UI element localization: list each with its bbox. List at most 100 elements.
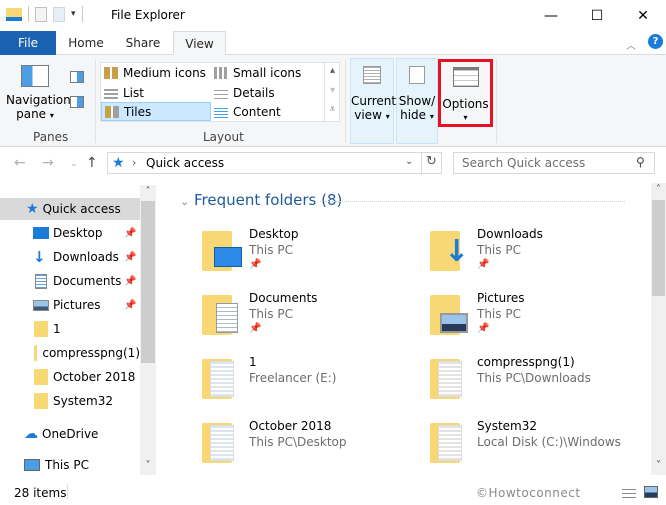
documents-icon (35, 273, 47, 289)
title-bar: ▾ File Explorer — ☐ ✕ (0, 0, 666, 31)
desktop-icon (33, 227, 49, 239)
customize-qat-icon[interactable]: ▾ (71, 9, 76, 19)
gallery-expand-icon[interactable]: ⩡ (325, 104, 340, 115)
star-icon: ★ (26, 201, 39, 217)
nav-item-system32[interactable]: System32 (0, 390, 140, 412)
breadcrumb-quick-access[interactable]: Quick access (146, 156, 224, 170)
search-input[interactable]: Search Quick access ⚲ (453, 152, 655, 174)
nav-item-pictures[interactable]: Pictures 📌 (0, 294, 140, 316)
nav-scrollbar[interactable]: ˄ ˅ (140, 185, 156, 475)
navigation-pane-button[interactable]: Navigation pane ▾ (6, 63, 71, 127)
tab-view[interactable]: View (173, 31, 226, 56)
nav-item-compresspng[interactable]: compresspng(1) (0, 342, 140, 364)
scroll-up-icon[interactable]: ˄ (140, 186, 156, 197)
up-button[interactable]: ↑ (86, 155, 98, 171)
tile-documents[interactable]: Documents This PC 📌 (202, 291, 432, 351)
dropdown-arrow-icon: ▾ (429, 112, 434, 121)
pictures-icon (33, 299, 49, 311)
scroll-up-icon[interactable]: ˄ (651, 184, 666, 195)
new-folder-icon[interactable] (53, 6, 65, 22)
tile-location: This PC (249, 307, 293, 321)
help-icon[interactable]: ? (648, 34, 663, 49)
search-icon[interactable]: ⚲ (636, 155, 645, 169)
pin-icon: 📌 (249, 259, 262, 270)
tile-downloads[interactable]: ↓ Downloads This PC 📌 (430, 227, 660, 287)
tile-desktop[interactable]: Desktop This PC 📌 (202, 227, 432, 287)
tile-pictures[interactable]: Pictures This PC 📌 (430, 291, 660, 351)
nav-scroll-thumb[interactable] (141, 201, 155, 363)
tile-folder-1[interactable]: 1 Freelancer (E:) (202, 355, 432, 415)
nav-item-desktop[interactable]: Desktop 📌 (0, 222, 140, 244)
folder-icon (34, 393, 48, 409)
nav-item-quick-access[interactable]: ★ Quick access (0, 198, 140, 220)
content-scroll-thumb[interactable] (652, 200, 665, 296)
files-overlay-icon (438, 425, 462, 461)
layout-content[interactable]: Content (211, 102, 321, 121)
layout-small-icons[interactable]: Small icons (211, 63, 321, 82)
forward-button[interactable]: → (42, 155, 54, 171)
tile-compresspng[interactable]: compresspng(1) This PC\Downloads (430, 355, 660, 415)
frequent-folders-header[interactable]: ⌄ Frequent folders (8) (180, 191, 342, 209)
details-icon (214, 86, 228, 99)
pin-icon: 📌 (249, 323, 262, 334)
search-placeholder: Search Quick access (462, 156, 586, 170)
details-pane-icon[interactable] (70, 96, 84, 108)
layout-medium-icons[interactable]: Medium icons (101, 63, 211, 82)
dropdown-arrow-icon: ▾ (49, 111, 54, 120)
layout-details[interactable]: Details (211, 83, 321, 102)
nav-item-label: System32 (53, 394, 114, 408)
breadcrumb-chevron-icon[interactable]: › (132, 156, 136, 169)
show-hide-label: Show/ (398, 94, 436, 108)
refresh-icon[interactable]: ↻ (426, 154, 437, 169)
nav-item-label: compresspng(1) (42, 346, 140, 360)
ribbon-tabs: File Home Share View ︿ ? (0, 31, 666, 56)
folder-icon (202, 291, 246, 341)
tile-location: This PC\Downloads (477, 371, 591, 385)
minimize-button[interactable]: — (528, 0, 574, 31)
nav-item-onedrive[interactable]: ☁ OneDrive (0, 423, 140, 445)
medium-icons-icon (104, 66, 118, 79)
tile-name: Desktop (249, 227, 299, 241)
show-hide-button[interactable]: Show/ hide ▾ (396, 58, 438, 144)
tab-home[interactable]: Home (60, 31, 112, 55)
nav-item-downloads[interactable]: ↓ Downloads 📌 (0, 246, 140, 268)
nav-item-folder-1[interactable]: 1 (0, 318, 140, 340)
gallery-up-icon[interactable]: ▴ (325, 65, 340, 76)
panes-group-label: Panes (33, 130, 69, 144)
nav-item-documents[interactable]: Documents 📌 (0, 270, 140, 292)
back-button[interactable]: ← (14, 155, 26, 171)
tab-share[interactable]: Share (116, 31, 170, 55)
properties-icon[interactable] (35, 6, 47, 22)
details-view-icon[interactable] (622, 486, 636, 498)
current-view-button[interactable]: Current view ▾ (350, 58, 396, 144)
gallery-down-icon[interactable]: ▾ (325, 85, 340, 96)
pin-icon: 📌 (124, 227, 137, 239)
gallery-scroll[interactable]: ▴ ▾ ⩡ (324, 63, 339, 121)
address-bar[interactable]: ★ › Quick access ⌄ ↻ (107, 152, 442, 174)
close-button[interactable]: ✕ (620, 0, 666, 31)
tile-october-2018[interactable]: October 2018 This PC\Desktop (202, 419, 432, 479)
nav-item-this-pc[interactable]: This PC (0, 454, 140, 476)
nav-item-label: Downloads (53, 250, 119, 264)
scroll-down-icon[interactable]: ˅ (651, 460, 666, 471)
scroll-down-icon[interactable]: ˅ (140, 460, 156, 471)
navigation-pane: ★ Quick access Desktop 📌 ↓ Downloads 📌 D… (0, 185, 156, 476)
maximize-button[interactable]: ☐ (574, 0, 620, 31)
nav-item-october-2018[interactable]: October 2018 (0, 366, 140, 388)
layout-list[interactable]: List (101, 83, 211, 102)
group-divider (345, 59, 346, 143)
tab-file[interactable]: File (0, 31, 56, 55)
address-dropdown-icon[interactable]: ⌄ (405, 156, 413, 167)
large-icons-view-icon[interactable] (644, 486, 658, 498)
options-button[interactable]: Options ▾ (438, 59, 493, 127)
options-label: Options (442, 97, 489, 111)
collapse-ribbon-icon[interactable]: ︿ (626, 37, 636, 52)
recent-locations-button[interactable]: ⌄ (70, 159, 78, 169)
preview-pane-icon[interactable] (70, 71, 84, 83)
options-icon (452, 67, 479, 87)
layout-tiles[interactable]: Tiles (101, 102, 211, 121)
divider (421, 153, 422, 173)
tile-system32[interactable]: System32 Local Disk (C:)\Windows (430, 419, 660, 479)
content-scrollbar[interactable]: ˄ ˅ (651, 183, 666, 475)
collapse-chevron-icon[interactable]: ⌄ (180, 195, 189, 208)
